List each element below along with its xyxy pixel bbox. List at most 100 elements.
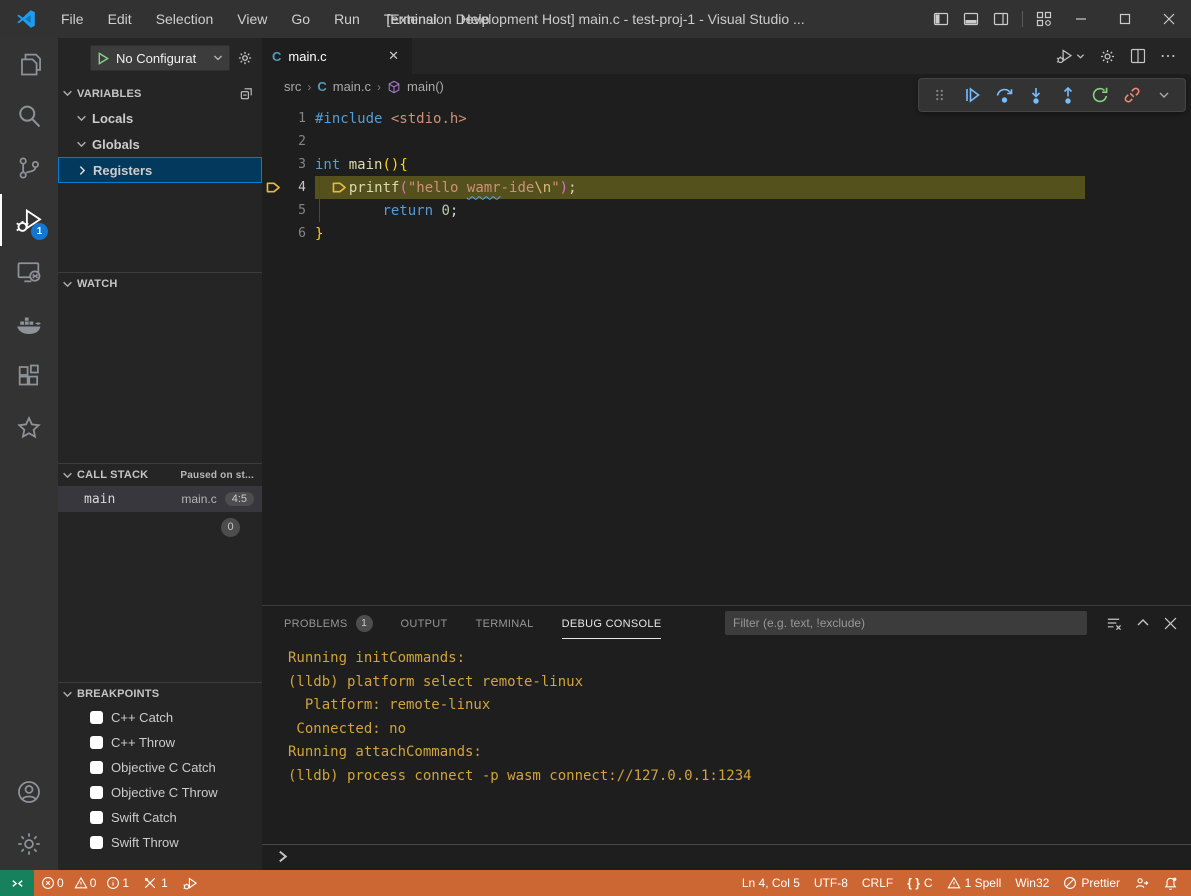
editor-settings-gear-icon[interactable] <box>1099 48 1116 65</box>
configure-gear-icon[interactable] <box>234 50 256 66</box>
line-content[interactable]: } <box>315 222 323 245</box>
menu-file[interactable]: File <box>51 6 94 32</box>
chevron-down-icon[interactable] <box>1151 82 1177 108</box>
maximize-panel-icon[interactable] <box>1136 616 1150 630</box>
breakpoint-row[interactable]: Objective C Catch <box>58 755 262 780</box>
maximize-button[interactable] <box>1103 0 1147 38</box>
toggle-sidebar-icon[interactable] <box>926 0 956 38</box>
run-or-debug-button[interactable] <box>1056 47 1085 65</box>
step-into-icon[interactable] <box>1023 82 1049 108</box>
code-line[interactable]: 3int main(){ <box>262 153 1191 176</box>
checkbox-unchecked[interactable] <box>90 786 103 799</box>
variables-section-header[interactable]: VARIABLES <box>58 82 262 105</box>
close-window-button[interactable] <box>1147 0 1191 38</box>
line-content[interactable]: printf("hello wamr-ide\n"); <box>315 176 577 199</box>
activity-source-control-icon[interactable] <box>0 142 58 194</box>
breakpoint-row[interactable]: C++ Throw <box>58 730 262 755</box>
code-line[interactable]: 6} <box>262 222 1191 245</box>
minimize-button[interactable] <box>1059 0 1103 38</box>
remote-indicator[interactable] <box>0 870 34 896</box>
glyph-margin[interactable] <box>262 199 284 222</box>
customize-layout-icon[interactable] <box>1029 0 1059 38</box>
debug-status-icon[interactable] <box>175 870 206 896</box>
breadcrumb-folder[interactable]: src <box>284 79 301 94</box>
toggle-secondary-sidebar-icon[interactable] <box>986 0 1016 38</box>
checkbox-unchecked[interactable] <box>90 811 103 824</box>
toolbar-drag-gripper[interactable] <box>927 82 953 108</box>
breadcrumb-file[interactable]: main.c <box>333 79 371 94</box>
start-debugging-icon[interactable] <box>97 52 110 65</box>
code-line[interactable]: 5 return 0; <box>262 199 1191 222</box>
restart-icon[interactable] <box>1087 82 1113 108</box>
breakpoint-row[interactable]: C++ Catch <box>58 705 262 730</box>
line-content[interactable]: #include <stdio.h> <box>315 107 467 130</box>
code-editor[interactable]: 1#include <stdio.h>23int main(){4 printf… <box>262 99 1191 245</box>
feedback-icon[interactable] <box>1127 870 1156 896</box>
disconnect-icon[interactable] <box>1119 82 1145 108</box>
continue-button-icon[interactable] <box>959 82 985 108</box>
activity-settings-icon[interactable] <box>0 818 58 870</box>
menu-edit[interactable]: Edit <box>98 6 142 32</box>
watch-section-header[interactable]: WATCH <box>58 272 262 295</box>
code-line[interactable]: 4 printf("hello wamr-ide\n"); <box>262 176 1191 199</box>
console-filter-input[interactable] <box>725 616 1087 630</box>
tab-problems[interactable]: PROBLEMS 1 <box>284 606 373 640</box>
activity-run-and-debug-icon[interactable]: 1 <box>0 194 58 246</box>
glyph-margin[interactable] <box>262 107 284 130</box>
language-mode[interactable]: { } C <box>900 870 939 896</box>
menu-view[interactable]: View <box>227 6 277 32</box>
activity-remote-explorer-icon[interactable] <box>0 246 58 298</box>
inline-breakpoint-icon[interactable] <box>332 181 349 194</box>
glyph-margin[interactable] <box>262 130 284 153</box>
breakpoints-section-header[interactable]: BREAKPOINTS <box>58 682 262 705</box>
close-panel-icon[interactable] <box>1164 617 1177 630</box>
activity-docker-icon[interactable] <box>0 298 58 350</box>
variables-item-locals[interactable]: Locals <box>58 105 262 131</box>
toggle-panel-icon[interactable] <box>956 0 986 38</box>
tab-terminal[interactable]: TERMINAL <box>476 606 534 640</box>
eol-sequence[interactable]: CRLF <box>855 870 900 896</box>
tools-status[interactable]: 1 <box>136 870 175 896</box>
checkbox-unchecked[interactable] <box>90 836 103 849</box>
activity-search-icon[interactable] <box>0 90 58 142</box>
problems-status[interactable]: 0 0 1 <box>34 870 136 896</box>
breadcrumb-symbol[interactable]: main() <box>407 79 444 94</box>
menu-run[interactable]: Run <box>324 6 370 32</box>
activity-explorer-icon[interactable] <box>0 38 58 90</box>
checkbox-unchecked[interactable] <box>90 761 103 774</box>
debug-console-input-row[interactable] <box>262 844 1191 868</box>
menu-go[interactable]: Go <box>281 6 320 32</box>
step-over-icon[interactable] <box>991 82 1017 108</box>
variables-item-globals[interactable]: Globals <box>58 131 262 157</box>
activity-account-icon[interactable] <box>0 766 58 818</box>
notifications-bell-icon[interactable] <box>1156 870 1185 896</box>
breakpoint-row[interactable]: Objective C Throw <box>58 780 262 805</box>
variables-item-registers[interactable]: Registers <box>58 157 262 183</box>
breakpoint-row[interactable]: Swift Throw <box>58 830 262 855</box>
cursor-position[interactable]: Ln 4, Col 5 <box>735 870 807 896</box>
tab-debug-console[interactable]: DEBUG CONSOLE <box>562 606 662 640</box>
spell-checker-status[interactable]: 1 Spell <box>940 870 1009 896</box>
launch-configuration-dropdown[interactable]: No Configurat <box>90 45 230 71</box>
step-out-icon[interactable] <box>1055 82 1081 108</box>
activity-extensions-icon[interactable] <box>0 350 58 402</box>
stack-frame-row[interactable]: main main.c 4:5 <box>58 486 262 512</box>
glyph-margin[interactable] <box>262 222 284 245</box>
checkbox-unchecked[interactable] <box>90 711 103 724</box>
clear-console-icon[interactable] <box>1105 615 1122 632</box>
menu-help[interactable]: Help <box>451 6 500 32</box>
tab-main-c[interactable]: C main.c ✕ <box>262 38 412 74</box>
breakpoint-row[interactable]: Swift Catch <box>58 805 262 830</box>
code-line[interactable]: 2 <box>262 130 1191 153</box>
call-stack-section-header[interactable]: CALL STACK Paused on st... <box>58 463 262 486</box>
current-frame-arrow-icon[interactable] <box>262 176 284 199</box>
platform-status[interactable]: Win32 <box>1008 870 1056 896</box>
glyph-margin[interactable] <box>262 153 284 176</box>
line-content[interactable]: int main(){ <box>315 153 408 176</box>
debug-console-output[interactable]: Running initCommands:(lldb) platform sel… <box>262 640 1191 791</box>
menu-terminal[interactable]: Terminal <box>374 6 447 32</box>
encoding[interactable]: UTF-8 <box>807 870 855 896</box>
more-actions-icon[interactable]: ⋯ <box>1160 46 1177 66</box>
formatter-status[interactable]: Prettier <box>1056 870 1127 896</box>
activity-star-icon[interactable] <box>0 402 58 454</box>
